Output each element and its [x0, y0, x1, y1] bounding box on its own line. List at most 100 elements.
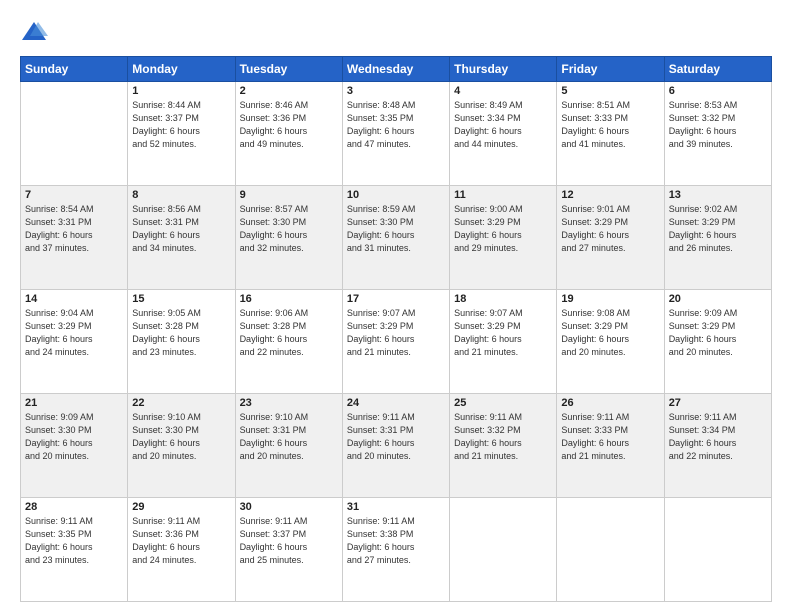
day-info: Sunrise: 9:05 AM Sunset: 3:28 PM Dayligh… — [132, 307, 230, 359]
day-number: 22 — [132, 397, 230, 409]
calendar-cell: 21 Sunrise: 9:09 AM Sunset: 3:30 PM Dayli… — [21, 394, 128, 498]
calendar-cell: 2Sunrise: 8:46 AM Sunset: 3:36 PM Daylig… — [235, 82, 342, 186]
logo-icon — [20, 18, 48, 46]
day-info: Sunrise: 9:04 AM Sunset: 3:29 PM Dayligh… — [25, 307, 123, 359]
calendar-cell: 8Sunrise: 8:56 AM Sunset: 3:31 PM Daylig… — [128, 186, 235, 290]
day-info: Sunrise: 9:10 AM Sunset: 3:30 PM Dayligh… — [132, 411, 230, 463]
calendar-cell: 1Sunrise: 8:44 AM Sunset: 3:37 PM Daylig… — [128, 82, 235, 186]
day-number: 17 — [347, 293, 445, 305]
day-number: 9 — [240, 189, 338, 201]
calendar-cell: 19Sunrise: 9:08 AM Sunset: 3:29 PM Dayli… — [557, 290, 664, 394]
calendar-cell: 26 Sunrise: 9:11 AM Sunset: 3:33 PM Dayli… — [557, 394, 664, 498]
day-number: 2 — [240, 85, 338, 97]
day-number: 15 — [132, 293, 230, 305]
day-number: 3 — [347, 85, 445, 97]
day-info: Sunrise: 9:09 AM Sunset: 3:29 PM Dayligh… — [669, 307, 767, 359]
calendar-header-row: SundayMondayTuesdayWednesdayThursdayFrid… — [21, 57, 772, 82]
calendar-cell: 20 Sunrise: 9:09 AM Sunset: 3:29 PM Dayli… — [664, 290, 771, 394]
day-info: Sunrise: 8:53 AM Sunset: 3:32 PM Dayligh… — [669, 99, 767, 151]
calendar-cell: 15 Sunrise: 9:05 AM Sunset: 3:28 PM Dayli… — [128, 290, 235, 394]
day-number: 25 — [454, 397, 552, 409]
day-number: 29 — [132, 501, 230, 513]
day-info: Sunrise: 8:49 AM Sunset: 3:34 PM Dayligh… — [454, 99, 552, 151]
calendar-cell: 4 Sunrise: 8:49 AM Sunset: 3:34 PM Daylig… — [450, 82, 557, 186]
day-header-tuesday: Tuesday — [235, 57, 342, 82]
day-number: 26 — [561, 397, 659, 409]
calendar-cell: 16Sunrise: 9:06 AM Sunset: 3:28 PM Dayli… — [235, 290, 342, 394]
page: SundayMondayTuesdayWednesdayThursdayFrid… — [0, 0, 792, 612]
calendar-week-2: 14 Sunrise: 9:04 AM Sunset: 3:29 PM Dayli… — [21, 290, 772, 394]
calendar-cell: 29 Sunrise: 9:11 AM Sunset: 3:36 PM Dayli… — [128, 498, 235, 602]
calendar: SundayMondayTuesdayWednesdayThursdayFrid… — [20, 56, 772, 602]
calendar-cell: 23 Sunrise: 9:10 AM Sunset: 3:31 PM Dayli… — [235, 394, 342, 498]
day-number: 11 — [454, 189, 552, 201]
day-info: Sunrise: 9:08 AM Sunset: 3:29 PM Dayligh… — [561, 307, 659, 359]
calendar-week-4: 28Sunrise: 9:11 AM Sunset: 3:35 PM Dayli… — [21, 498, 772, 602]
day-number: 18 — [454, 293, 552, 305]
day-number: 21 — [25, 397, 123, 409]
day-header-friday: Friday — [557, 57, 664, 82]
calendar-cell: 24 Sunrise: 9:11 AM Sunset: 3:31 PM Dayli… — [342, 394, 449, 498]
day-number: 6 — [669, 85, 767, 97]
day-info: Sunrise: 9:11 AM Sunset: 3:34 PM Dayligh… — [669, 411, 767, 463]
day-info: Sunrise: 8:57 AM Sunset: 3:30 PM Dayligh… — [240, 203, 338, 255]
calendar-cell: 3 Sunrise: 8:48 AM Sunset: 3:35 PM Daylig… — [342, 82, 449, 186]
day-info: Sunrise: 8:59 AM Sunset: 3:30 PM Dayligh… — [347, 203, 445, 255]
day-number: 4 — [454, 85, 552, 97]
day-number: 1 — [132, 85, 230, 97]
day-header-sunday: Sunday — [21, 57, 128, 82]
day-info: Sunrise: 9:02 AM Sunset: 3:29 PM Dayligh… — [669, 203, 767, 255]
day-number: 7 — [25, 189, 123, 201]
calendar-cell: 27 Sunrise: 9:11 AM Sunset: 3:34 PM Dayli… — [664, 394, 771, 498]
day-number: 14 — [25, 293, 123, 305]
day-info: Sunrise: 9:11 AM Sunset: 3:37 PM Dayligh… — [240, 515, 338, 567]
day-info: Sunrise: 9:07 AM Sunset: 3:29 PM Dayligh… — [454, 307, 552, 359]
day-info: Sunrise: 9:11 AM Sunset: 3:38 PM Dayligh… — [347, 515, 445, 567]
day-number: 27 — [669, 397, 767, 409]
day-info: Sunrise: 9:11 AM Sunset: 3:36 PM Dayligh… — [132, 515, 230, 567]
calendar-cell: 13Sunrise: 9:02 AM Sunset: 3:29 PM Dayli… — [664, 186, 771, 290]
calendar-cell: 17 Sunrise: 9:07 AM Sunset: 3:29 PM Dayli… — [342, 290, 449, 394]
day-number: 23 — [240, 397, 338, 409]
calendar-cell: 14 Sunrise: 9:04 AM Sunset: 3:29 PM Dayli… — [21, 290, 128, 394]
day-number: 24 — [347, 397, 445, 409]
day-info: Sunrise: 9:07 AM Sunset: 3:29 PM Dayligh… — [347, 307, 445, 359]
calendar-cell: 22 Sunrise: 9:10 AM Sunset: 3:30 PM Dayli… — [128, 394, 235, 498]
day-header-monday: Monday — [128, 57, 235, 82]
calendar-cell: 9 Sunrise: 8:57 AM Sunset: 3:30 PM Daylig… — [235, 186, 342, 290]
calendar-cell: 5Sunrise: 8:51 AM Sunset: 3:33 PM Daylig… — [557, 82, 664, 186]
day-number: 31 — [347, 501, 445, 513]
day-header-thursday: Thursday — [450, 57, 557, 82]
day-info: Sunrise: 9:00 AM Sunset: 3:29 PM Dayligh… — [454, 203, 552, 255]
day-info: Sunrise: 9:11 AM Sunset: 3:33 PM Dayligh… — [561, 411, 659, 463]
day-number: 20 — [669, 293, 767, 305]
day-info: Sunrise: 8:48 AM Sunset: 3:35 PM Dayligh… — [347, 99, 445, 151]
calendar-cell: 11 Sunrise: 9:00 AM Sunset: 3:29 PM Dayli… — [450, 186, 557, 290]
day-number: 8 — [132, 189, 230, 201]
day-number: 10 — [347, 189, 445, 201]
calendar-cell: 30 Sunrise: 9:11 AM Sunset: 3:37 PM Dayli… — [235, 498, 342, 602]
day-info: Sunrise: 9:09 AM Sunset: 3:30 PM Dayligh… — [25, 411, 123, 463]
day-info: Sunrise: 9:11 AM Sunset: 3:35 PM Dayligh… — [25, 515, 123, 567]
calendar-week-1: 7Sunrise: 8:54 AM Sunset: 3:31 PM Daylig… — [21, 186, 772, 290]
calendar-cell: 18 Sunrise: 9:07 AM Sunset: 3:29 PM Dayli… — [450, 290, 557, 394]
calendar-cell: 31 Sunrise: 9:11 AM Sunset: 3:38 PM Dayli… — [342, 498, 449, 602]
calendar-cell: 28Sunrise: 9:11 AM Sunset: 3:35 PM Dayli… — [21, 498, 128, 602]
day-number: 30 — [240, 501, 338, 513]
header — [20, 18, 772, 46]
day-info: Sunrise: 9:06 AM Sunset: 3:28 PM Dayligh… — [240, 307, 338, 359]
day-info: Sunrise: 9:10 AM Sunset: 3:31 PM Dayligh… — [240, 411, 338, 463]
day-header-wednesday: Wednesday — [342, 57, 449, 82]
calendar-cell: 10 Sunrise: 8:59 AM Sunset: 3:30 PM Dayli… — [342, 186, 449, 290]
calendar-cell: 6 Sunrise: 8:53 AM Sunset: 3:32 PM Daylig… — [664, 82, 771, 186]
calendar-cell — [664, 498, 771, 602]
calendar-week-3: 21 Sunrise: 9:09 AM Sunset: 3:30 PM Dayli… — [21, 394, 772, 498]
day-info: Sunrise: 9:11 AM Sunset: 3:31 PM Dayligh… — [347, 411, 445, 463]
calendar-cell: 7Sunrise: 8:54 AM Sunset: 3:31 PM Daylig… — [21, 186, 128, 290]
day-info: Sunrise: 9:11 AM Sunset: 3:32 PM Dayligh… — [454, 411, 552, 463]
day-info: Sunrise: 9:01 AM Sunset: 3:29 PM Dayligh… — [561, 203, 659, 255]
calendar-cell — [21, 82, 128, 186]
calendar-cell — [450, 498, 557, 602]
day-number: 5 — [561, 85, 659, 97]
calendar-cell: 25 Sunrise: 9:11 AM Sunset: 3:32 PM Dayli… — [450, 394, 557, 498]
